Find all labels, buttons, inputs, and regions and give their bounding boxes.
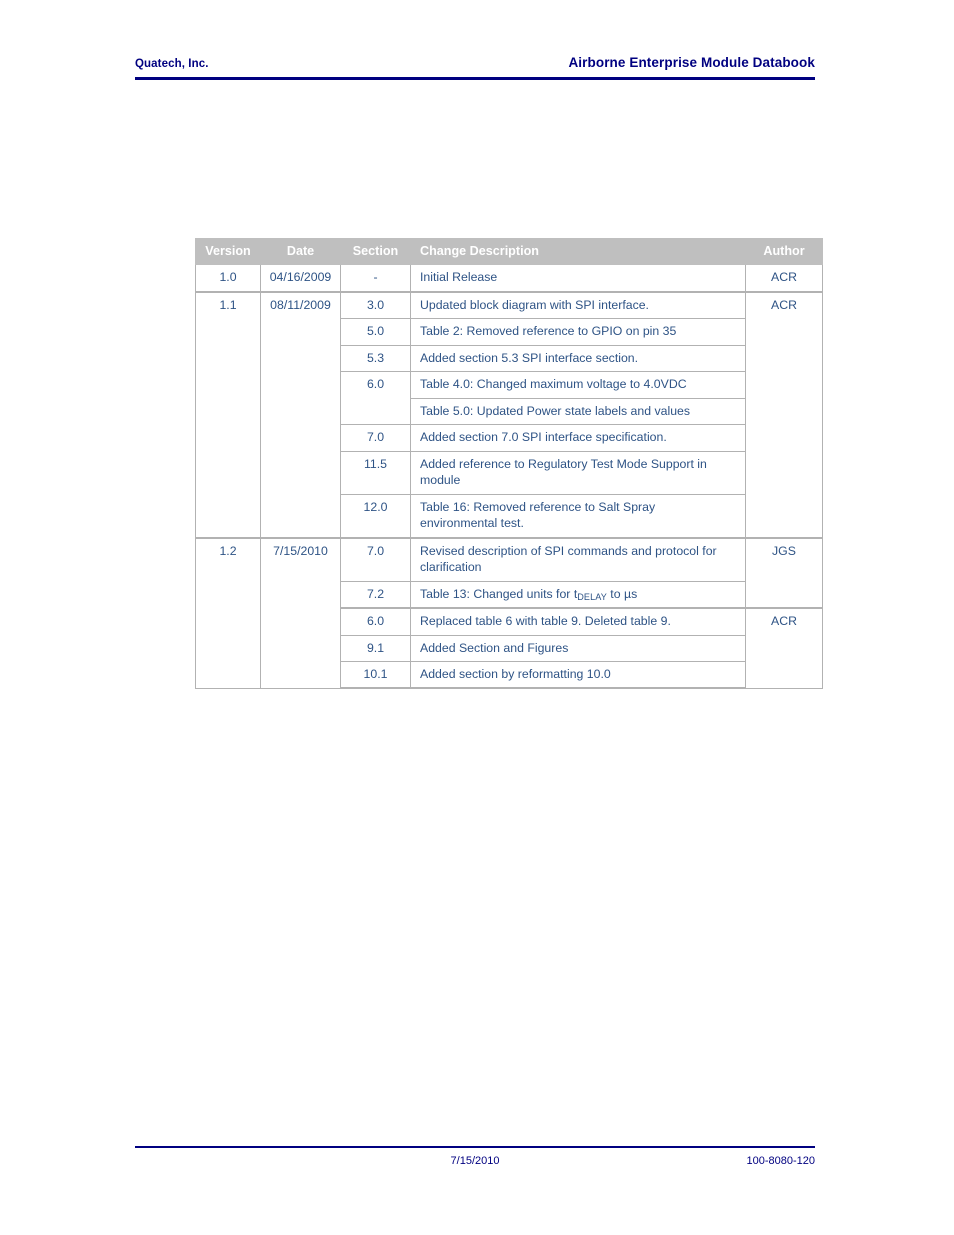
cell-date: 7/15/2010: [260, 536, 341, 689]
column-header-change-description: Change Description: [410, 237, 746, 266]
cell-change-description: Table 5.0: Updated Power state labels an…: [410, 397, 746, 426]
cell-change-description: Table 4.0: Changed maximum voltage to 4.…: [410, 371, 746, 399]
revision-history-table: Version Date Section Change Description …: [195, 237, 823, 690]
cell-change-description: Added section by reformatting 10.0: [410, 660, 746, 690]
cell-section: -: [340, 264, 411, 293]
cell-change-description: Table 16: Removed reference to Salt Spra…: [410, 493, 746, 539]
cell-section: 5.0: [340, 318, 411, 346]
cell-section: 12.0: [340, 493, 411, 539]
header-divider: [135, 77, 815, 80]
cell-change-description: Table 13: Changed units for tDELAY to µs: [410, 580, 746, 609]
description-subscript: DELAY: [577, 591, 607, 602]
table-row: 1.0 04/16/2009 - Initial Release ACR: [195, 264, 823, 293]
cell-author: ACR: [745, 264, 823, 293]
table-header-row: Version Date Section Change Description …: [195, 237, 823, 266]
cell-section: 3.0: [340, 290, 411, 320]
cell-version: 1.2: [195, 536, 261, 689]
cell-author: JGS: [745, 536, 823, 609]
footer-divider: [135, 1146, 815, 1148]
cell-change-description: Updated block diagram with SPI interface…: [410, 290, 746, 320]
cell-change-description: Added section 7.0 SPI interface specific…: [410, 424, 746, 452]
cell-change-description: Added Section and Figures: [410, 634, 746, 662]
cell-change-description: Initial Release: [410, 264, 746, 293]
page-footer: 7/15/2010 100-8080-120: [135, 1155, 815, 1173]
cell-section: 11.5: [340, 450, 411, 495]
cell-date: 08/11/2009: [260, 290, 341, 539]
page-header: Quatech, Inc. Airborne Enterprise Module…: [135, 55, 815, 70]
description-suffix: to µs: [606, 586, 638, 601]
table-row: 1.1 08/11/2009 3.0 Updated block diagram…: [195, 290, 823, 539]
cell-section: 10.1: [340, 660, 411, 690]
cell-date: 04/16/2009: [260, 264, 341, 293]
footer-document-number: 100-8080-120: [746, 1155, 815, 1167]
cell-section: 9.1: [340, 634, 411, 662]
cell-change-description: Added reference to Regulatory Test Mode …: [410, 450, 746, 495]
description-prefix: Table 13: Changed units for t: [420, 586, 578, 601]
cell-change-description: Table 2: Removed reference to GPIO on pi…: [410, 318, 746, 346]
footer-date: 7/15/2010: [450, 1155, 500, 1167]
cell-change-description: Added section 5.3 SPI interface section.: [410, 344, 746, 373]
column-header-section: Section: [340, 237, 411, 266]
document-title: Airborne Enterprise Module Databook: [568, 55, 815, 70]
cell-version: 1.1: [195, 290, 261, 539]
cell-author: ACR: [745, 607, 823, 689]
cell-author: ACR: [745, 290, 823, 539]
cell-version: 1.0: [195, 264, 261, 293]
table-row: 1.2 7/15/2010 7.0 Revised description of…: [195, 536, 823, 689]
cell-section: 7.0: [340, 424, 411, 452]
column-header-author: Author: [745, 237, 823, 266]
cell-section: 6.0: [340, 607, 411, 636]
cell-change-description: Replaced table 6 with table 9. Deleted t…: [410, 607, 746, 636]
cell-change-description: Revised description of SPI commands and …: [410, 536, 746, 582]
cell-section: 7.0: [340, 536, 411, 582]
cell-section: 7.2: [340, 580, 411, 609]
column-header-version: Version: [195, 237, 261, 266]
company-name: Quatech, Inc.: [135, 58, 209, 70]
column-header-date: Date: [260, 237, 341, 266]
cell-section: 5.3: [340, 344, 411, 373]
cell-section: 6.0: [340, 371, 411, 426]
